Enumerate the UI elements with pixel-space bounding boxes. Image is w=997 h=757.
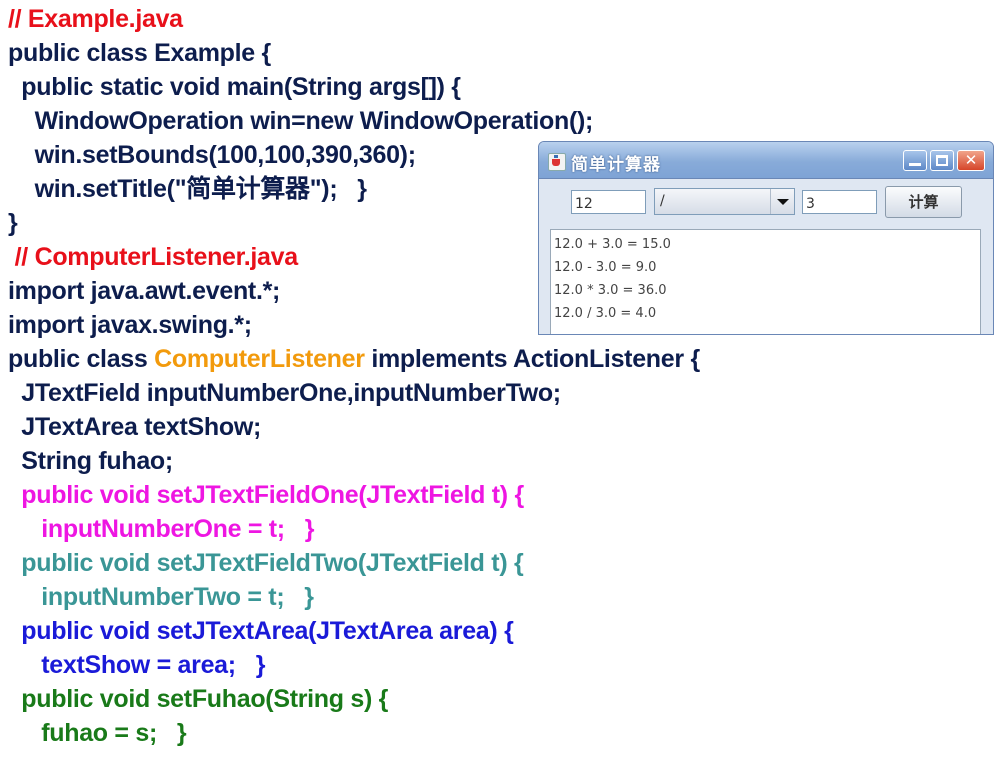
java-cup-shape: [552, 159, 560, 166]
result-line: 12.0 + 3.0 = 15.0: [554, 237, 671, 252]
set-fuhao-body: fuhao = s; }: [8, 719, 187, 747]
close-button[interactable]: ✕: [957, 150, 985, 171]
close-icon: ✕: [964, 151, 978, 169]
window-title: 简单计算器: [571, 155, 661, 175]
maximize-icon: [936, 155, 948, 166]
number-one-input[interactable]: [571, 190, 646, 214]
code-listing: // Example.java public class Example { p…: [8, 2, 700, 750]
java-app-icon[interactable]: [548, 153, 566, 171]
listener-class-declaration: public class ComputerListener implements…: [8, 342, 700, 376]
calculate-button[interactable]: 计算: [885, 186, 962, 218]
result-line: 12.0 / 3.0 = 4.0: [554, 306, 657, 321]
set-textfield-two-signature: public void setJTextFieldTwo(JTextField …: [8, 549, 524, 577]
operator-selected-value: /: [660, 193, 665, 209]
set-fuhao-signature: public void setFuhao(String s) {: [8, 685, 389, 713]
fuhao-declaration: String fuhao;: [8, 447, 173, 475]
main-method-signature: public static void main(String args[]) {: [8, 73, 461, 101]
maximize-button[interactable]: [930, 150, 954, 171]
listener-decl-suffix: implements ActionListener {: [364, 345, 700, 373]
result-line: 12.0 - 3.0 = 9.0: [554, 260, 657, 275]
set-textarea-body: textShow = area; }: [8, 651, 266, 679]
window-titlebar[interactable]: 简单计算器 ✕: [539, 142, 993, 179]
textfield-declarations: JTextField inputNumberOne,inputNumberTwo…: [8, 379, 561, 407]
set-textfield-one-signature: public void setJTextFieldOne(JTextField …: [8, 481, 524, 509]
new-window-statement: WindowOperation win=new WindowOperation(…: [8, 107, 594, 135]
result-textarea[interactable]: 12.0 + 3.0 = 15.0 12.0 - 3.0 = 9.0 12.0 …: [550, 229, 981, 334]
set-textfield-two-body: inputNumberTwo = t; }: [8, 583, 314, 611]
operator-combobox[interactable]: /: [654, 188, 795, 215]
listener-class-name: ComputerListener: [154, 345, 365, 373]
minimize-icon: [909, 163, 921, 166]
chevron-down-icon[interactable]: [770, 189, 794, 214]
minimize-button[interactable]: [903, 150, 927, 171]
listener-decl-prefix: public class: [8, 345, 155, 373]
number-two-input[interactable]: [802, 190, 877, 214]
example-class-declaration: public class Example {: [8, 39, 271, 67]
result-line: 12.0 * 3.0 = 36.0: [554, 283, 667, 298]
calculator-window: 简单计算器 ✕ / 计算 12.0 + 3.0 = 15.0 12.0 - 3.…: [538, 141, 994, 335]
java-steam-shape: [554, 155, 558, 158]
textarea-declaration: JTextArea textShow;: [8, 413, 262, 441]
example-file-comment: // Example.java: [8, 5, 183, 33]
set-textfield-one-body: inputNumberOne = t; }: [8, 515, 315, 543]
set-textarea-signature: public void setJTextArea(JTextArea area)…: [8, 617, 514, 645]
